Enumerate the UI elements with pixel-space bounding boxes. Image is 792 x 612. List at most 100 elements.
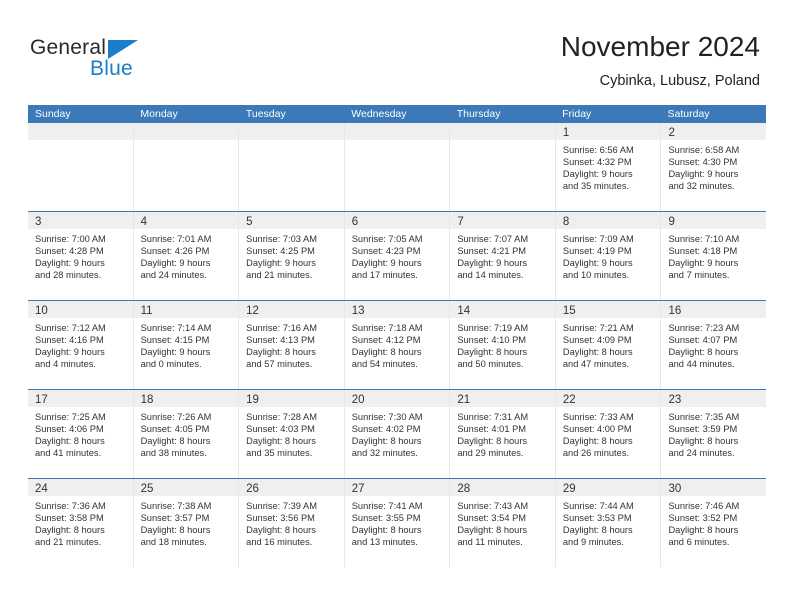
- day-number-band: 2: [661, 123, 767, 140]
- day-number: 18: [140, 394, 154, 406]
- daylight-text-line1: Daylight: 8 hours: [562, 436, 633, 447]
- sunset-text: Sunset: 4:32 PM: [562, 157, 632, 168]
- day-cell[interactable]: 4 Sunrise: 7:01 AM Sunset: 4:26 PM Daylight…: [133, 212, 240, 300]
- sunset-text: Sunset: 3:54 PM: [457, 513, 527, 524]
- sunrise-text: Sunrise: 7:05 AM: [351, 234, 423, 244]
- day-number-band: 27: [344, 479, 450, 496]
- day-number-band: [133, 123, 239, 140]
- day-details: Sunrise: 7:38 AM Sunset: 3:57 PM Daylight:…: [134, 496, 239, 548]
- day-cell[interactable]: 19 Sunrise: 7:28 AM Sunset: 4:03 PM Dayligh…: [239, 390, 345, 478]
- sunset-text: Sunset: 4:12 PM: [351, 335, 421, 346]
- day-number-band: 12: [239, 301, 344, 318]
- day-cell[interactable]: 7 Sunrise: 7:07 AM Sunset: 4:21 PM Daylight…: [450, 212, 556, 300]
- day-cell[interactable]: 25 Sunrise: 7:38 AM Sunset: 3:57 PM Dayligh…: [133, 479, 240, 567]
- day-cell[interactable]: 18 Sunrise: 7:26 AM Sunset: 4:05 PM Dayligh…: [133, 390, 240, 478]
- sunset-text: Sunset: 4:19 PM: [562, 246, 632, 257]
- daylight-text-line2: and 47 minutes.: [562, 359, 630, 370]
- day-cell[interactable]: 5 Sunrise: 7:03 AM Sunset: 4:25 PM Daylight…: [239, 212, 345, 300]
- day-cell[interactable]: 29 Sunrise: 7:44 AM Sunset: 3:53 PM Dayligh…: [555, 479, 662, 567]
- day-cell[interactable]: 9 Sunrise: 7:10 AM Sunset: 4:18 PM Daylight…: [661, 212, 767, 300]
- daylight-text-line2: and 9 minutes.: [562, 537, 624, 548]
- week-cells: 10 Sunrise: 7:12 AM Sunset: 4:16 PM Dayligh…: [28, 301, 767, 389]
- sunset-text: Sunset: 4:13 PM: [246, 335, 315, 346]
- sunset-text: Sunset: 4:05 PM: [140, 424, 210, 435]
- day-cell[interactable]: 26 Sunrise: 7:39 AM Sunset: 3:56 PM Dayligh…: [239, 479, 345, 567]
- calendar-week-row: 1 Sunrise: 6:56 AM Sunset: 4:32 PM Daylight…: [28, 123, 767, 211]
- day-number-band: 21: [450, 390, 555, 407]
- day-number: 21: [457, 394, 471, 406]
- day-details: Sunrise: 7:12 AM Sunset: 4:16 PM Daylight:…: [28, 318, 133, 370]
- day-cell[interactable]: 12 Sunrise: 7:16 AM Sunset: 4:13 PM Dayligh…: [239, 301, 345, 389]
- day-details: Sunrise: 7:00 AM Sunset: 4:28 PM Daylight:…: [28, 229, 133, 281]
- daylight-text-line2: and 41 minutes.: [35, 448, 102, 459]
- day-number-band: 7: [450, 212, 555, 229]
- daylight-text-line1: Daylight: 9 hours: [562, 169, 633, 180]
- day-details: Sunrise: 7:30 AM Sunset: 4:02 PM Daylight:…: [345, 407, 450, 459]
- day-number: 8: [562, 216, 570, 228]
- daylight-text-line1: Daylight: 8 hours: [457, 347, 528, 358]
- day-cell[interactable]: 16 Sunrise: 7:23 AM Sunset: 4:07 PM Dayligh…: [661, 301, 767, 389]
- sunset-text: Sunset: 4:23 PM: [351, 246, 421, 257]
- sunrise-text: Sunrise: 7:03 AM: [246, 234, 317, 244]
- calendar-week-row: 17 Sunrise: 7:25 AM Sunset: 4:06 PM Dayligh…: [28, 389, 767, 478]
- day-number-band: 10: [28, 301, 133, 318]
- day-number: 9: [668, 216, 675, 228]
- day-number-band: 23: [661, 390, 767, 407]
- sunset-text: Sunset: 4:30 PM: [668, 157, 738, 168]
- day-number-band: [239, 123, 344, 140]
- day-cell[interactable]: 21 Sunrise: 7:31 AM Sunset: 4:01 PM Dayligh…: [450, 390, 556, 478]
- day-cell[interactable]: 3 Sunrise: 7:00 AM Sunset: 4:28 PM Daylight…: [28, 212, 134, 300]
- day-number-band: 5: [239, 212, 344, 229]
- day-cell[interactable]: 13 Sunrise: 7:18 AM Sunset: 4:12 PM Dayligh…: [344, 301, 451, 389]
- sunset-text: Sunset: 4:02 PM: [351, 424, 421, 435]
- day-cell[interactable]: 11 Sunrise: 7:14 AM Sunset: 4:15 PM Dayligh…: [133, 301, 240, 389]
- daylight-text-line1: Daylight: 8 hours: [35, 525, 105, 536]
- brand-logo[interactable]: General Blue: [30, 36, 270, 88]
- daylight-text-line1: Daylight: 8 hours: [351, 347, 422, 358]
- day-details: Sunrise: 7:28 AM Sunset: 4:03 PM Daylight:…: [239, 407, 344, 459]
- week-cells: 17 Sunrise: 7:25 AM Sunset: 4:06 PM Dayligh…: [28, 390, 767, 478]
- daylight-text-line2: and 7 minutes.: [668, 270, 730, 281]
- daylight-text-line1: Daylight: 9 hours: [140, 258, 211, 269]
- sunset-text: Sunset: 3:56 PM: [246, 513, 315, 524]
- day-cell[interactable]: 27 Sunrise: 7:41 AM Sunset: 3:55 PM Dayligh…: [344, 479, 451, 567]
- day-number-band: 22: [555, 390, 661, 407]
- sunrise-text: Sunrise: 7:43 AM: [457, 501, 529, 511]
- day-number-band: [344, 123, 450, 140]
- calendar-page: General Blue November 2024 Cybinka, Lubu…: [0, 0, 792, 612]
- day-cell[interactable]: 15 Sunrise: 7:21 AM Sunset: 4:09 PM Dayligh…: [555, 301, 662, 389]
- daylight-text-line2: and 32 minutes.: [351, 448, 418, 459]
- day-number: 10: [35, 305, 48, 317]
- day-number-band: 9: [661, 212, 767, 229]
- daylight-text-line2: and 24 minutes.: [668, 448, 735, 459]
- weekday-header-row: Sunday Monday Tuesday Wednesday Thursday Frid…: [28, 105, 766, 123]
- day-cell[interactable]: 23 Sunrise: 7:35 AM Sunset: 3:59 PM Dayligh…: [661, 390, 767, 478]
- daylight-text-line1: Daylight: 8 hours: [351, 436, 422, 447]
- daylight-text-line2: and 24 minutes.: [140, 270, 207, 281]
- day-number-band: 15: [555, 301, 661, 318]
- day-cell[interactable]: 22 Sunrise: 7:33 AM Sunset: 4:00 PM Dayligh…: [555, 390, 662, 478]
- day-cell[interactable]: 20 Sunrise: 7:30 AM Sunset: 4:02 PM Dayligh…: [344, 390, 451, 478]
- day-number-band: 1: [555, 123, 661, 140]
- day-cell[interactable]: 10 Sunrise: 7:12 AM Sunset: 4:16 PM Dayligh…: [28, 301, 134, 389]
- daylight-text-line2: and 21 minutes.: [35, 537, 102, 548]
- day-number-band: 24: [28, 479, 133, 496]
- day-number: 14: [457, 305, 471, 317]
- day-details: Sunrise: 7:03 AM Sunset: 4:25 PM Daylight:…: [239, 229, 344, 281]
- sunset-text: Sunset: 3:57 PM: [140, 513, 210, 524]
- day-cell[interactable]: 24 Sunrise: 7:36 AM Sunset: 3:58 PM Dayligh…: [28, 479, 134, 567]
- day-cell[interactable]: 28 Sunrise: 7:43 AM Sunset: 3:54 PM Dayligh…: [450, 479, 556, 567]
- page-subtitle: Cybinka, Lubusz, Poland: [599, 73, 760, 89]
- day-number: 3: [35, 216, 42, 228]
- daylight-text-line2: and 17 minutes.: [351, 270, 418, 281]
- day-number-band: 19: [239, 390, 344, 407]
- day-cell[interactable]: 17 Sunrise: 7:25 AM Sunset: 4:06 PM Dayligh…: [28, 390, 134, 478]
- day-cell[interactable]: 14 Sunrise: 7:19 AM Sunset: 4:10 PM Dayligh…: [450, 301, 556, 389]
- day-cell[interactable]: 30 Sunrise: 7:46 AM Sunset: 3:52 PM Dayligh…: [661, 479, 767, 567]
- day-cell[interactable]: 8 Sunrise: 7:09 AM Sunset: 4:19 PM Daylight…: [555, 212, 662, 300]
- day-cell[interactable]: 6 Sunrise: 7:05 AM Sunset: 4:23 PM Daylight…: [344, 212, 451, 300]
- sunrise-text: Sunrise: 7:16 AM: [246, 323, 317, 333]
- day-cell[interactable]: 1 Sunrise: 6:56 AM Sunset: 4:32 PM Daylight…: [555, 123, 662, 211]
- day-cell[interactable]: 2 Sunrise: 6:58 AM Sunset: 4:30 PM Daylight…: [661, 123, 767, 211]
- week-cells: 24 Sunrise: 7:36 AM Sunset: 3:58 PM Dayligh…: [28, 479, 767, 567]
